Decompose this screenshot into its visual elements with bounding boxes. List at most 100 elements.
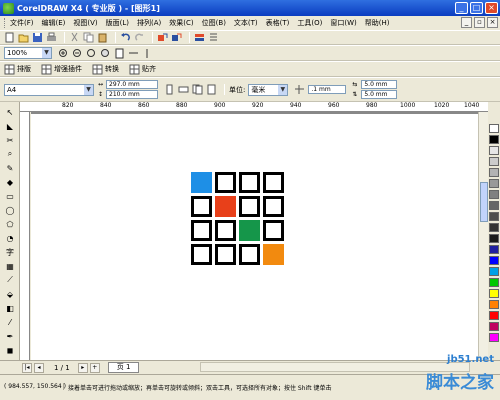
open-folder-icon[interactable]: [18, 32, 29, 43]
zoom-in-icon[interactable]: [58, 48, 69, 59]
blend-tool-icon[interactable]: ⬙: [4, 288, 16, 300]
color-swatch[interactable]: [489, 278, 499, 287]
empty-square[interactable]: [263, 172, 284, 193]
convert-button[interactable]: 转换: [92, 64, 119, 75]
empty-square[interactable]: [191, 196, 212, 217]
empty-square[interactable]: [263, 220, 284, 241]
empty-square[interactable]: [215, 220, 236, 241]
color-swatch[interactable]: [489, 179, 499, 188]
doc-minimize-button[interactable]: _: [461, 17, 472, 28]
empty-square[interactable]: [263, 196, 284, 217]
zoom-level-select[interactable]: 100% ▼: [4, 47, 52, 59]
pick-tool-icon[interactable]: ↖: [4, 106, 16, 118]
menu-help[interactable]: 帮助(H): [365, 18, 390, 28]
zoom-selected-icon[interactable]: [86, 48, 97, 59]
doc-restore-button[interactable]: ▫: [474, 17, 485, 28]
zoom-all-icon[interactable]: [100, 48, 111, 59]
welcome-screen-icon[interactable]: [208, 32, 219, 43]
text-tool-icon[interactable]: 字: [4, 246, 16, 258]
color-swatch[interactable]: [489, 311, 499, 320]
filled-square[interactable]: [263, 244, 284, 265]
color-swatch[interactable]: [489, 256, 499, 265]
import-icon[interactable]: [157, 32, 168, 43]
color-swatch[interactable]: [489, 146, 499, 155]
first-page-button[interactable]: |◂: [22, 362, 32, 373]
layout-plugin-button[interactable]: 排版: [4, 64, 31, 75]
duplicate-x-field[interactable]: 5.0 mm: [361, 80, 398, 89]
color-swatch[interactable]: [489, 212, 499, 221]
copy-icon[interactable]: [83, 32, 94, 43]
vertical-scrollbar[interactable]: [478, 112, 488, 360]
color-swatch[interactable]: [489, 289, 499, 298]
basic-shapes-icon[interactable]: ◔: [4, 232, 16, 244]
connector-tool-icon[interactable]: ⟋: [4, 274, 16, 286]
vertical-ruler[interactable]: [20, 112, 30, 360]
color-swatch[interactable]: [489, 322, 499, 331]
drawing-canvas[interactable]: [31, 112, 488, 360]
table-tool-icon[interactable]: ▦: [4, 260, 16, 272]
empty-square[interactable]: [239, 196, 260, 217]
zoom-height-icon[interactable]: [142, 48, 153, 59]
print-icon[interactable]: [46, 32, 57, 43]
smart-fill-icon[interactable]: ◆: [4, 176, 16, 188]
menu-bitmaps[interactable]: 位图(B): [202, 18, 226, 28]
menu-arrange[interactable]: 排列(A): [137, 18, 161, 28]
redo-icon[interactable]: [134, 32, 145, 43]
maximize-button[interactable]: □: [470, 2, 483, 14]
landscape-icon[interactable]: [178, 84, 189, 95]
color-swatch[interactable]: [489, 190, 499, 199]
all-pages-icon[interactable]: [192, 84, 203, 95]
app-launcher-icon[interactable]: [194, 32, 205, 43]
menu-tools[interactable]: 工具(O): [297, 18, 322, 28]
empty-square[interactable]: [239, 244, 260, 265]
menu-table[interactable]: 表格(T): [266, 18, 290, 28]
vertical-scroll-thumb[interactable]: [480, 182, 488, 222]
page-width-field[interactable]: 297.0 mm: [106, 80, 158, 89]
portrait-icon[interactable]: [164, 84, 175, 95]
color-swatch[interactable]: [489, 124, 499, 133]
color-swatch[interactable]: [489, 300, 499, 309]
unit-select[interactable]: 毫米 ▼: [248, 83, 289, 96]
paste-icon[interactable]: [97, 32, 108, 43]
duplicate-y-field[interactable]: 5.0 mm: [361, 90, 398, 99]
transparency-tool-icon[interactable]: ◧: [4, 302, 16, 314]
menu-effects[interactable]: 效果(C): [169, 18, 193, 28]
eyedropper-icon[interactable]: ⁄: [4, 316, 16, 328]
enhance-plugin-button[interactable]: 增强插件: [41, 64, 82, 75]
paper-size-select[interactable]: A4 ▼: [4, 83, 94, 96]
fill-tool-icon[interactable]: ◼: [4, 344, 16, 356]
zoom-width-icon[interactable]: [128, 48, 139, 59]
polygon-tool-icon[interactable]: ⬠: [4, 218, 16, 230]
menu-view[interactable]: 视图(V): [73, 18, 97, 28]
filled-square[interactable]: [191, 172, 212, 193]
empty-square[interactable]: [215, 244, 236, 265]
color-swatch[interactable]: [489, 234, 499, 243]
undo-icon[interactable]: [120, 32, 131, 43]
horizontal-ruler[interactable]: 820 840 860 880 900 920 940 960 980 1000…: [20, 102, 488, 112]
filled-square[interactable]: [215, 196, 236, 217]
save-icon[interactable]: [32, 32, 43, 43]
outline-pen-icon[interactable]: ✒: [4, 330, 16, 342]
add-page-button[interactable]: +: [89, 362, 100, 373]
doc-close-button[interactable]: ×: [487, 17, 498, 28]
page-height-field[interactable]: 210.0 mm: [106, 90, 158, 99]
menu-file[interactable]: 文件(F): [10, 18, 34, 28]
snap-button[interactable]: 贴齐: [129, 64, 156, 75]
close-button[interactable]: ×: [485, 2, 498, 14]
zoom-page-icon[interactable]: [114, 48, 125, 59]
color-swatch[interactable]: [489, 223, 499, 232]
empty-square[interactable]: [191, 244, 212, 265]
prev-page-button[interactable]: ◂: [34, 362, 44, 373]
color-swatch[interactable]: [489, 333, 499, 342]
zoom-out-icon[interactable]: [72, 48, 83, 59]
next-page-button[interactable]: ▸: [77, 362, 88, 373]
shape-tool-icon[interactable]: ◣: [4, 120, 16, 132]
crop-tool-icon[interactable]: ✂: [4, 134, 16, 146]
nudge-distance-field[interactable]: .1 mm: [308, 85, 347, 94]
color-swatch[interactable]: [489, 267, 499, 276]
new-document-icon[interactable]: [4, 32, 15, 43]
cut-icon[interactable]: [69, 32, 80, 43]
color-swatch[interactable]: [489, 157, 499, 166]
filled-square[interactable]: [239, 220, 260, 241]
menu-text[interactable]: 文本(T): [234, 18, 258, 28]
